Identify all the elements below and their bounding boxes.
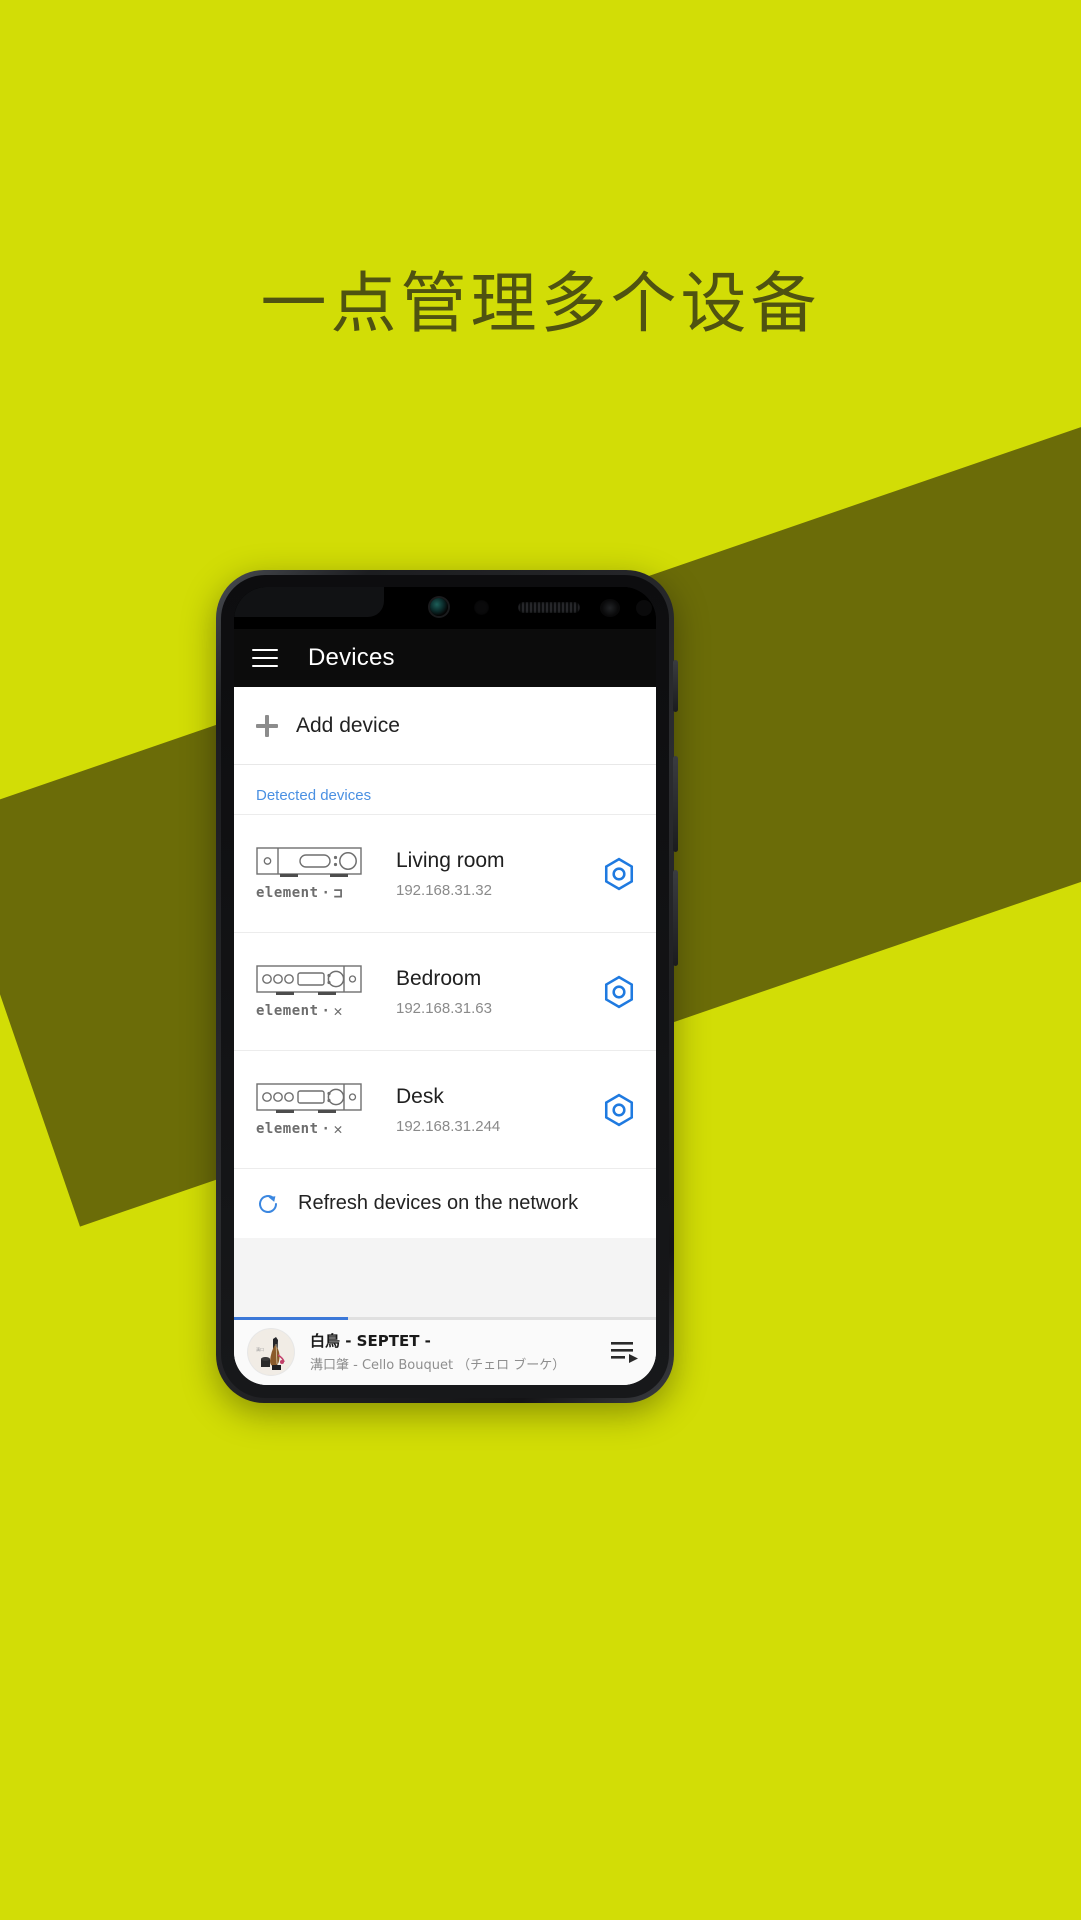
device-brand: element · ✕ [256,1001,343,1020]
phone-screen: Devices Add device Detected devices elem… [234,587,656,1385]
track-title: 白鳥 - SEPTET - [310,1332,431,1350]
device-info: Bedroom 192.168.31.63 [366,966,602,1016]
app-bar: Devices [234,629,656,687]
phone-sensor-strip [234,587,656,629]
device-ip: 192.168.31.63 [396,999,492,1017]
empty-content-area [234,1238,656,1317]
device-receiver-icon [256,1083,362,1113]
add-device-button[interactable]: Add device [234,687,656,765]
album-art: 溝口 [248,1328,294,1375]
now-playing-text: 白鳥 - SEPTET - 溝口肇 - Cello Bouquet （チェロ ブ… [294,1330,610,1373]
phone-side-button-top [673,660,678,712]
playback-progress-track[interactable] [234,1317,656,1320]
device-brand-glyph: ✕ [333,1001,343,1020]
device-row[interactable]: element · ⊐ Living room 192.168.31.32 [234,814,656,932]
plus-icon [256,714,278,737]
detected-devices-heading: Detected devices [234,765,656,814]
page-title: Devices [308,644,395,671]
proximity-sensor-icon [474,600,489,615]
hamburger-menu-icon[interactable] [252,649,278,667]
app-content: Add device Detected devices element · ⊐ … [234,687,656,1385]
device-thumbnail: element · ⊐ [256,846,366,901]
device-brand: element · ✕ [256,1119,343,1138]
device-brand-name: element [256,1003,319,1019]
track-subtitle: 溝口肇 - Cello Bouquet （チェロ ブーケ） [310,1358,566,1373]
device-row[interactable]: element · ✕ Bedroom 192.168.31.63 [234,932,656,1050]
hex-gear-icon[interactable] [602,857,636,891]
svg-text:溝口: 溝口 [256,1346,264,1352]
device-name: Desk [396,1085,444,1109]
device-ip: 192.168.31.244 [396,1117,501,1135]
device-thumbnail: element · ✕ [256,1082,366,1137]
device-brand: element · ⊐ [256,883,343,902]
playback-progress-fill [234,1317,348,1320]
notch-corner [234,587,384,617]
add-device-label: Add device [296,713,400,737]
page-headline: 一点管理多个设备 [260,265,821,342]
hex-gear-icon[interactable] [602,975,636,1009]
device-ip: 192.168.31.32 [396,881,492,899]
device-brand-name: element [256,1121,319,1137]
device-amplifier-icon [256,847,362,877]
refresh-label: Refresh devices on the network [298,1192,579,1214]
phone-device-mockup: Devices Add device Detected devices elem… [216,570,678,1403]
phone-side-button-bottom [673,870,678,966]
device-receiver-icon [256,965,362,995]
ir-sensor-icon [636,600,652,616]
hex-gear-icon[interactable] [602,1093,636,1127]
playlist-queue-icon[interactable] [610,1339,640,1365]
device-row[interactable]: element · ✕ Desk 192.168.31.244 [234,1050,656,1168]
front-camera-icon [430,598,448,616]
phone-side-button-mid [673,756,678,852]
light-sensor-icon [600,599,620,617]
device-brand-glyph: ⊐ [333,883,343,902]
device-thumbnail: element · ✕ [256,964,366,1019]
device-name: Bedroom [396,967,482,991]
now-playing-bar[interactable]: 溝口 白鳥 - SEPTET - 溝口肇 - Cello Bouquet （チェ… [234,1317,656,1385]
device-info: Desk 192.168.31.244 [366,1084,602,1134]
refresh-devices-button[interactable]: Refresh devices on the network [234,1168,656,1238]
device-brand-name: element [256,885,319,901]
earpiece-speaker-icon [518,602,580,613]
device-name: Living room [396,849,505,873]
refresh-icon [259,1194,277,1213]
device-info: Living room 192.168.31.32 [366,848,602,898]
device-brand-glyph: ✕ [333,1119,343,1138]
